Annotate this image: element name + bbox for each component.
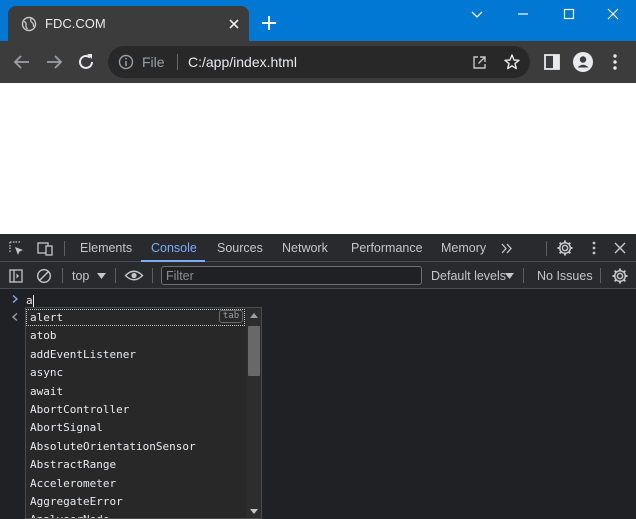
close-tab-icon[interactable] [227,17,241,31]
minimize-icon [518,13,528,15]
browser-toolbar: File C:/app/index.html [0,41,636,83]
close-devtools-icon[interactable] [613,241,627,255]
autocomplete-item[interactable]: AnalyserNode [30,511,109,518]
tab-title: FDC.COM [45,16,106,31]
globe-icon [21,16,37,32]
autocomplete-item[interactable]: AbortController [30,401,129,418]
autocomplete-item[interactable]: AbstractRange [30,456,116,473]
device-toolbar-icon[interactable] [36,240,54,257]
autocomplete-item[interactable]: await [30,383,63,400]
toolbar-divider [152,268,153,283]
prompt-chevron-icon [12,294,19,304]
tab-network[interactable]: Network [282,241,328,255]
bookmark-star-icon[interactable] [503,53,521,71]
devtools-tab-bar: Elements Console Sources Network Perform… [0,234,636,262]
console-settings-gear-icon[interactable] [611,267,629,285]
caret-down-icon[interactable] [505,273,514,279]
tab-memory[interactable]: Memory [441,241,486,255]
tab-hint-badge: tab [219,310,243,323]
autocomplete-item[interactable]: addEventListener [30,346,136,363]
profile-avatar-icon[interactable] [572,51,594,73]
toolbar-divider [62,268,63,283]
tab-elements[interactable]: Elements [80,241,132,255]
result-chevron-icon [11,312,18,322]
minimize-button[interactable] [500,0,546,28]
devtools-menu-kebab-icon[interactable] [587,240,601,256]
settings-gear-icon[interactable] [556,239,574,257]
maximize-icon [563,8,575,20]
autocomplete-item[interactable]: AggregateError [30,493,123,510]
reload-icon[interactable] [75,51,97,73]
filter-input[interactable] [161,266,422,285]
context-selector[interactable]: top [72,269,89,283]
omnibox-divider [177,54,178,70]
live-expression-eye-icon[interactable] [124,268,144,283]
autocomplete-item[interactable]: AbortSignal [30,419,103,436]
autocomplete-popup[interactable]: tab alert atob addEventListener async await A… [25,307,262,519]
caret-down-icon[interactable] [97,273,106,279]
forward-icon[interactable] [43,51,65,73]
inspect-element-icon[interactable] [8,240,25,257]
scroll-down-arrow-icon[interactable] [250,509,258,514]
side-panel-icon[interactable] [541,51,563,73]
scroll-up-arrow-icon[interactable] [250,313,258,318]
tab-performance[interactable]: Performance [351,241,423,255]
console-toolbar: top Default levels No Issues [0,262,636,289]
toolbar-divider [546,241,547,256]
toolbar-divider [64,241,65,256]
scroll-thumb[interactable] [248,326,260,376]
more-tabs-chevron-icon[interactable] [500,242,514,255]
url-text[interactable]: C:/app/index.html [188,54,297,70]
toolbar-divider [600,268,601,283]
issues-counter[interactable]: No Issues [537,269,593,283]
chevron-down-icon [471,11,483,18]
share-icon[interactable] [471,54,488,71]
tab-sources[interactable]: Sources [217,241,263,255]
maximize-button[interactable] [546,0,592,28]
tab-search-button[interactable] [454,0,500,28]
address-bar[interactable]: File C:/app/index.html [108,46,530,78]
tab-console[interactable]: Console [151,241,197,255]
autocomplete-item[interactable]: Accelerometer [30,475,116,492]
text-caret [32,294,34,308]
page-viewport [0,83,636,234]
autocomplete-scrollbar[interactable] [246,308,261,518]
close-window-button[interactable] [590,0,636,28]
console-prompt-input[interactable]: a [26,294,34,308]
new-tab-icon[interactable] [258,12,280,34]
prompt-text: a [26,294,33,307]
toolbar-divider [115,268,116,283]
back-icon[interactable] [11,51,33,73]
close-icon [607,8,619,20]
toolbar-divider [523,268,524,283]
info-icon[interactable] [118,54,134,70]
autocomplete-item[interactable]: AbsoluteOrientationSensor [30,438,196,455]
autocomplete-item[interactable]: alert [30,309,63,326]
log-levels-dropdown[interactable]: Default levels [431,269,506,283]
title-bar: FDC.COM [0,0,636,41]
autocomplete-item[interactable]: async [30,364,63,381]
scheme-label: File [142,54,165,70]
menu-kebab-icon[interactable] [604,51,626,73]
autocomplete-item[interactable]: atob [30,327,57,344]
browser-tab[interactable]: FDC.COM [8,6,249,41]
sidebar-toggle-icon[interactable] [8,268,24,284]
clear-console-icon[interactable] [36,268,52,284]
